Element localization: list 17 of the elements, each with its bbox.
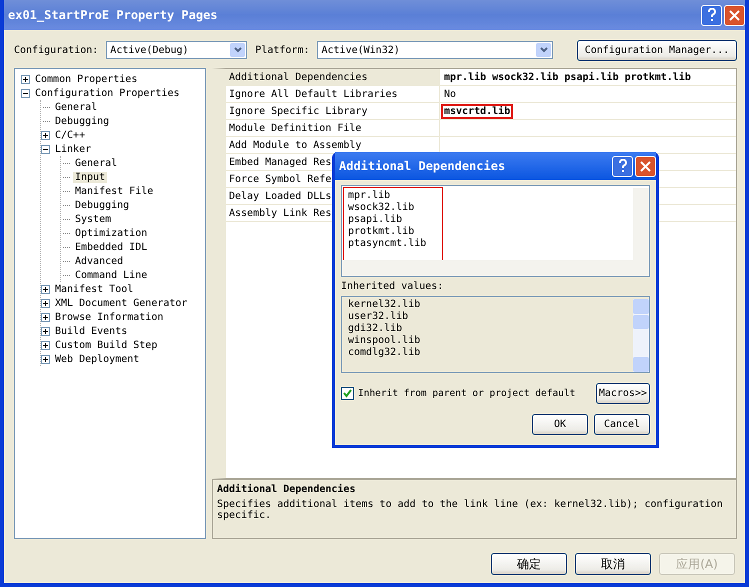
configuration-label: Configuration: <box>14 44 98 56</box>
dialog-title: Additional Dependencies <box>339 159 506 173</box>
inherited-value: user32.lib <box>348 311 410 323</box>
inherited-value: kernel32.lib <box>348 299 420 311</box>
inherited-label: Inherited values: <box>341 281 444 292</box>
inherited-value: comdlg32.lib <box>348 347 420 359</box>
window-title: ex01_StartProE Property Pages <box>8 8 218 22</box>
inherited-value: gdi32.lib <box>348 323 404 335</box>
value-line: psapi.lib <box>348 214 404 226</box>
description-title: Additional Dependencies <box>217 484 356 495</box>
value-line: mpr.lib <box>348 190 392 202</box>
inherited-value: winspool.lib <box>348 335 420 347</box>
value-line: ptasyncmt.lib <box>348 238 428 250</box>
platform-label: Platform: <box>255 44 310 56</box>
description-text: Specifies additional items to add to the link line (ex: kernel32.lib); configuration specific. <box>217 499 724 521</box>
value-line: wsock32.lib <box>348 202 416 214</box>
value-line: protkmt.lib <box>348 226 416 238</box>
